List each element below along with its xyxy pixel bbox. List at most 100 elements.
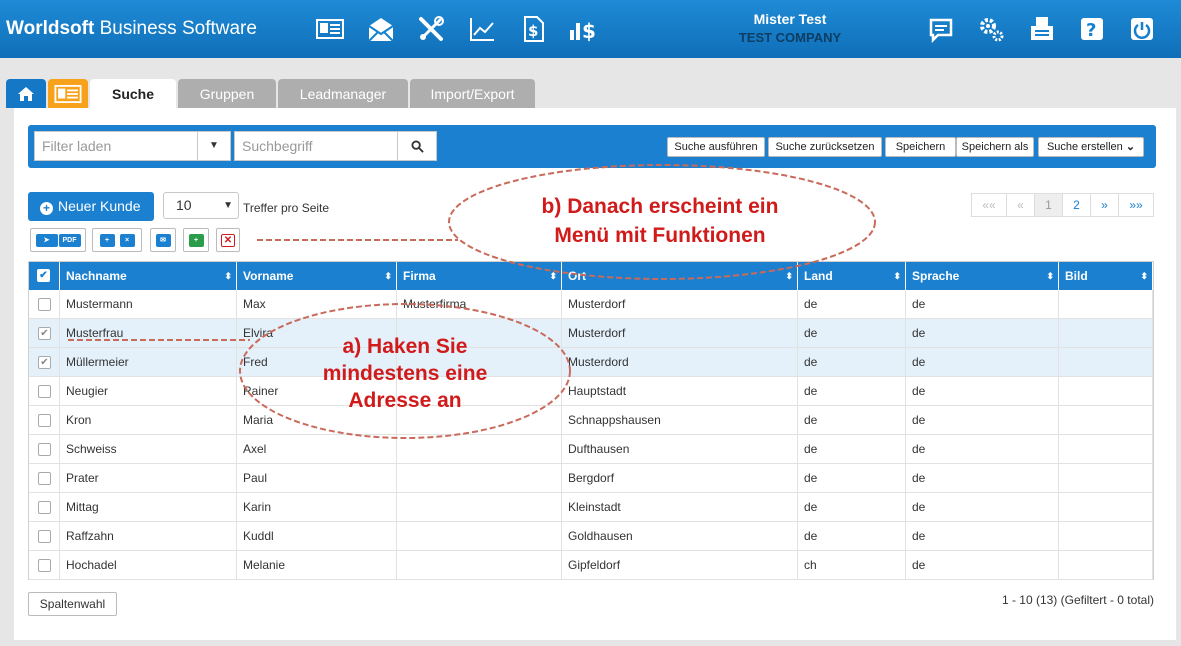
gears-icon[interactable] xyxy=(975,12,1009,46)
tab-contacts[interactable] xyxy=(48,79,88,108)
annotation-b-line2: Menü mit Funktionen xyxy=(554,224,766,247)
sort-icon: ⬍ xyxy=(549,271,557,281)
cell-nachname: Mittag xyxy=(60,493,237,522)
message-icon[interactable] xyxy=(924,12,958,46)
cell-land: ch xyxy=(798,551,906,580)
annotation-a-line3: Adresse an xyxy=(348,389,462,412)
table-row[interactable]: Kron Maria Schnappshausen de de xyxy=(29,406,1153,435)
svg-text:$: $ xyxy=(582,19,596,43)
search-button[interactable] xyxy=(397,131,437,161)
column-header-sprache[interactable]: Sprache ⬍ xyxy=(906,262,1059,290)
bar-dollar-icon[interactable]: $ xyxy=(565,12,601,46)
group-assign-button-group[interactable]: + × xyxy=(92,228,142,252)
cell-ort: Musterdorf xyxy=(562,319,798,348)
fax-icon[interactable] xyxy=(1025,12,1059,46)
tab-import-export[interactable]: Import/Export xyxy=(410,79,535,108)
new-customer-button[interactable]: + Neuer Kunde xyxy=(28,192,154,221)
add-action-button[interactable]: + xyxy=(183,228,209,252)
cell-bild xyxy=(1059,319,1153,348)
tab-suche[interactable]: Suche xyxy=(90,79,176,109)
cell-nachname: Mustermann xyxy=(60,290,237,319)
tab-leadmanager[interactable]: Leadmanager xyxy=(278,79,408,108)
help-icon[interactable]: ? xyxy=(1075,12,1109,46)
row-checkbox[interactable] xyxy=(38,414,51,427)
row-checkbox[interactable]: ✔ xyxy=(38,327,51,340)
chart-line-icon[interactable] xyxy=(465,12,499,46)
table-row[interactable]: Mustermann Max Musterfirma Musterdorf de de xyxy=(29,290,1153,319)
reset-search-button[interactable]: Suche zurücksetzen xyxy=(768,137,882,157)
cell-vorname: Kuddl xyxy=(237,522,397,551)
table-row[interactable]: Schweiss Axel Dufthausen de de xyxy=(29,435,1153,464)
column-header-land[interactable]: Land ⬍ xyxy=(798,262,906,290)
select-all-header[interactable]: ✔ xyxy=(29,262,60,290)
column-header-ort[interactable]: Ort ⬍ xyxy=(562,262,798,290)
svg-text:$: $ xyxy=(528,22,538,40)
app-brand[interactable]: Worldsoft Business Software xyxy=(6,18,257,40)
run-search-button[interactable]: Suche ausführen xyxy=(667,137,765,157)
column-header-nachname[interactable]: Nachname ⬍ xyxy=(60,262,237,290)
row-checkbox[interactable] xyxy=(38,559,51,572)
delete-button[interactable]: ✕ xyxy=(216,228,240,252)
delete-icon: ✕ xyxy=(221,233,235,247)
cell-ort: Musterdord xyxy=(562,348,798,377)
cell-firma xyxy=(397,435,562,464)
column-header-vorname[interactable]: Vorname ⬍ xyxy=(237,262,397,290)
new-customer-label: Neuer Kunde xyxy=(58,198,141,214)
page-next[interactable]: » xyxy=(1090,193,1119,217)
chevron-down-icon: ⌄ xyxy=(1125,141,1136,153)
contact-card-icon[interactable] xyxy=(313,12,347,46)
mail-envelope-icon[interactable] xyxy=(364,12,398,46)
tab-home[interactable] xyxy=(6,79,46,108)
create-search-button[interactable]: Suche erstellen ⌄ xyxy=(1038,137,1144,157)
cell-firma xyxy=(397,551,562,580)
cell-vorname: Melanie xyxy=(237,551,397,580)
row-checkbox[interactable] xyxy=(38,530,51,543)
page-2[interactable]: 2 xyxy=(1062,193,1091,217)
row-checkbox[interactable] xyxy=(38,298,51,311)
save-button[interactable]: Speichern xyxy=(885,137,956,157)
per-page-select[interactable]: 10 ▼ xyxy=(163,192,239,219)
sort-icon: ⬍ xyxy=(1046,271,1054,281)
top-bar: Worldsoft Business Software $ $ Mister T… xyxy=(0,0,1181,58)
mail-action-button[interactable]: ✉ xyxy=(150,228,176,252)
row-checkbox[interactable] xyxy=(38,501,51,514)
user-info[interactable]: Mister Test TEST COMPANY xyxy=(700,11,880,45)
table-row[interactable]: Prater Paul Bergdorf de de xyxy=(29,464,1153,493)
brand-bold: Worldsoft xyxy=(6,18,95,39)
column-header-label: Firma xyxy=(403,269,436,283)
table-row[interactable]: Mittag Karin Kleinstadt de de xyxy=(29,493,1153,522)
send-pdf-button-group[interactable]: ➤ PDF xyxy=(30,228,86,252)
column-chooser-button[interactable]: Spaltenwahl xyxy=(28,592,117,616)
table-row[interactable]: Hochadel Melanie Gipfeldorf ch de xyxy=(29,551,1153,580)
row-select-cell xyxy=(29,464,60,493)
tools-icon[interactable] xyxy=(414,12,448,46)
cell-nachname: Müllermeier xyxy=(60,348,237,377)
column-header-firma[interactable]: Firma ⬍ xyxy=(397,262,562,290)
power-icon[interactable] xyxy=(1125,12,1159,46)
column-header-label: Nachname xyxy=(66,269,127,283)
page-1[interactable]: 1 xyxy=(1034,193,1063,217)
row-checkbox[interactable] xyxy=(38,472,51,485)
table-row[interactable]: Raffzahn Kuddl Goldhausen de de xyxy=(29,522,1153,551)
row-checkbox[interactable] xyxy=(38,443,51,456)
tab-gruppen[interactable]: Gruppen xyxy=(178,79,276,108)
row-checkbox[interactable] xyxy=(38,385,51,398)
filter-dropdown-button[interactable]: ▼ xyxy=(197,131,231,161)
search-input[interactable]: Suchbegriff xyxy=(234,131,398,161)
page-prev[interactable]: « xyxy=(1006,193,1035,217)
page-first[interactable]: «« xyxy=(971,193,1007,217)
table-row[interactable]: Neugier Rainer Hauptstadt de de xyxy=(29,377,1153,406)
per-page-value: 10 xyxy=(176,197,192,213)
row-select-cell xyxy=(29,290,60,319)
cell-bild xyxy=(1059,406,1153,435)
table-row[interactable]: ✔ Müllermeier Fred Musterdord de de xyxy=(29,348,1153,377)
cell-sprache: de xyxy=(906,348,1059,377)
table-row[interactable]: ✔ Musterfrau Elvira Musterdorf de de xyxy=(29,319,1153,348)
select-all-checkbox[interactable]: ✔ xyxy=(37,269,50,282)
page-last[interactable]: »» xyxy=(1118,193,1154,217)
filter-select[interactable]: Filter laden xyxy=(34,131,198,161)
column-header-bild[interactable]: Bild ⬍ xyxy=(1059,262,1153,290)
save-as-button[interactable]: Speichern als xyxy=(956,137,1034,157)
row-checkbox[interactable]: ✔ xyxy=(38,356,51,369)
document-dollar-icon[interactable]: $ xyxy=(515,12,549,46)
